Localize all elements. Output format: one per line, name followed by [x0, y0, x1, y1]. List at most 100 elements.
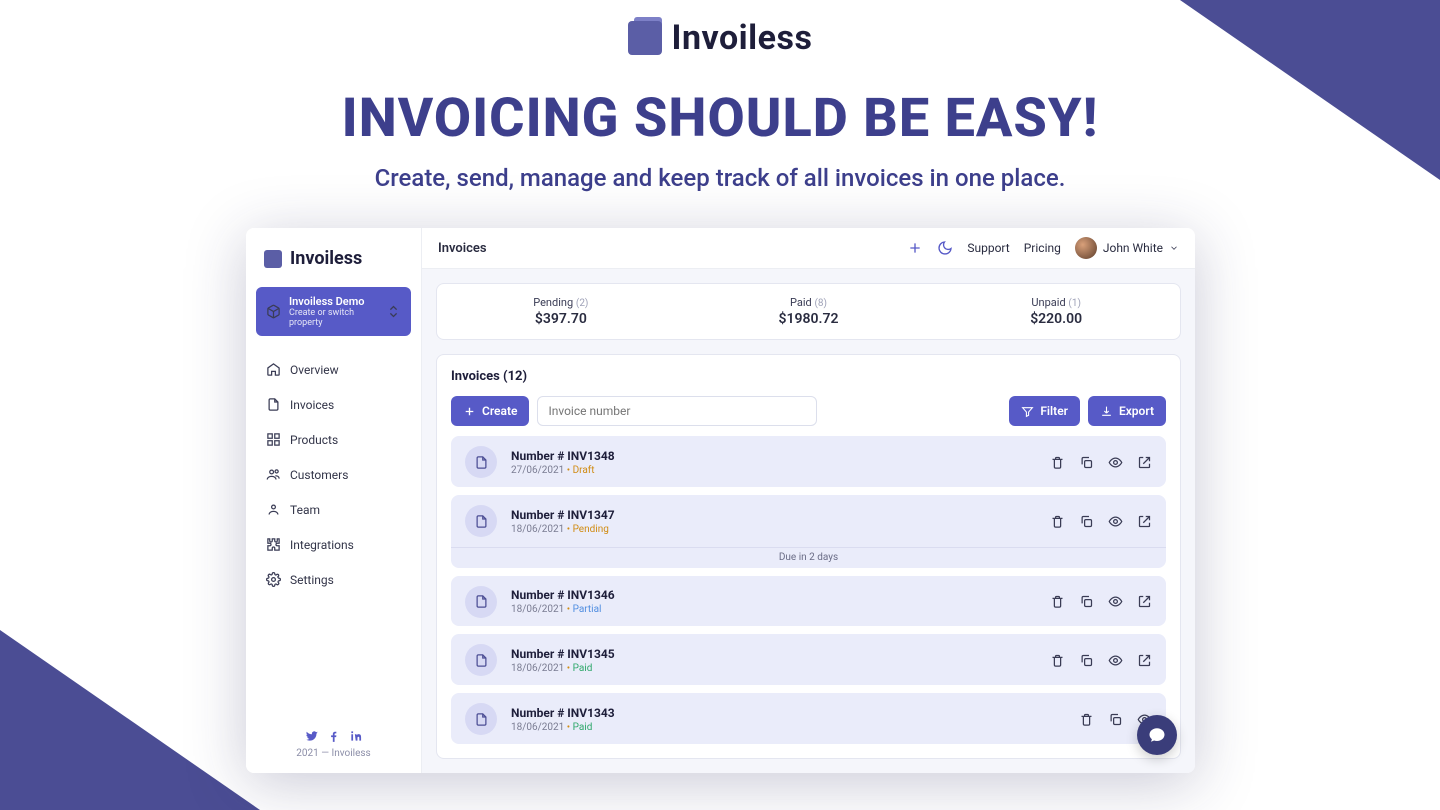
row-actions — [1050, 594, 1152, 609]
status-badge: Partial — [573, 604, 602, 615]
external-link-icon[interactable] — [1137, 514, 1152, 529]
stat-label: Paid — [790, 296, 812, 309]
chevron-up-down-icon — [386, 304, 401, 319]
invoice-row[interactable]: Number # INV1348 27/06/2021 • Draft — [451, 436, 1166, 487]
stat-label: Pending — [533, 296, 573, 309]
invoice-title: Number # INV1346 — [511, 588, 1036, 602]
nav-customers[interactable]: Customers — [256, 459, 411, 490]
stat-count: (8) — [814, 298, 827, 309]
eye-icon[interactable] — [1108, 653, 1123, 668]
sidebar-brand-text: Invoiless — [290, 248, 362, 269]
file-icon — [465, 505, 497, 537]
list-heading: Invoices (12) — [451, 369, 1166, 384]
trash-icon[interactable] — [1079, 712, 1094, 727]
copy-icon[interactable] — [1079, 455, 1094, 470]
row-actions — [1050, 514, 1152, 529]
row-actions — [1050, 455, 1152, 470]
invoice-row[interactable]: Number # INV1345 18/06/2021 • Paid — [451, 634, 1166, 685]
nav-integrations[interactable]: Integrations — [256, 529, 411, 560]
plus-icon[interactable] — [907, 240, 923, 256]
avatar — [1075, 237, 1097, 259]
invoice-title: Number # INV1348 — [511, 449, 1036, 463]
external-link-icon[interactable] — [1137, 594, 1152, 609]
nav-settings[interactable]: Settings — [256, 564, 411, 595]
external-link-icon[interactable] — [1137, 455, 1152, 470]
hero-title: INVOICING SHOULD BE EASY! — [0, 87, 1440, 150]
nav-overview[interactable]: Overview — [256, 354, 411, 385]
trash-icon[interactable] — [1050, 594, 1065, 609]
stat-value: $220.00 — [932, 311, 1180, 327]
nav-label: Settings — [290, 573, 334, 587]
chat-button[interactable] — [1137, 715, 1177, 755]
file-icon — [465, 644, 497, 676]
copyright: 2021 — Invoiless — [256, 748, 411, 759]
status-badge: Paid — [573, 663, 593, 674]
external-link-icon[interactable] — [1137, 653, 1152, 668]
user-name: John White — [1103, 241, 1163, 255]
create-label: Create — [482, 404, 517, 418]
invoice-list-card: Invoices (12) Create Filter Export — [436, 354, 1181, 759]
nav-label: Customers — [290, 468, 348, 482]
invoice-meta: 18/06/2021 • Pending — [511, 524, 1036, 535]
copy-icon[interactable] — [1079, 594, 1094, 609]
invoice-row[interactable]: Number # INV1346 18/06/2021 • Partial — [451, 576, 1166, 627]
support-link[interactable]: Support — [967, 241, 1009, 255]
file-icon — [266, 397, 281, 412]
stats-card: Pending (2) $397.70 Paid (8) $1980.72 Un… — [436, 283, 1181, 340]
export-label: Export — [1119, 404, 1154, 418]
nav-label: Integrations — [290, 538, 354, 552]
invoice-meta: 27/06/2021 • Draft — [511, 465, 1036, 476]
invoice-meta: 18/06/2021 • Paid — [511, 663, 1036, 674]
nav-team[interactable]: Team — [256, 494, 411, 525]
linkedin-icon[interactable] — [349, 728, 363, 742]
create-button[interactable]: Create — [451, 396, 529, 426]
filter-button[interactable]: Filter — [1009, 396, 1080, 426]
copy-icon[interactable] — [1079, 653, 1094, 668]
file-icon — [465, 446, 497, 478]
moon-icon[interactable] — [937, 240, 953, 256]
property-switcher[interactable]: Invoiless Demo Create or switch property — [256, 287, 411, 336]
user-menu[interactable]: John White — [1075, 237, 1179, 259]
stat-label: Unpaid — [1031, 296, 1065, 309]
eye-icon[interactable] — [1108, 455, 1123, 470]
hero-subtitle: Create, send, manage and keep track of a… — [0, 164, 1440, 192]
eye-icon[interactable] — [1108, 594, 1123, 609]
stat-value: $1980.72 — [685, 311, 933, 327]
cube-icon — [266, 304, 281, 319]
trash-icon[interactable] — [1050, 455, 1065, 470]
hero-section: Invoiless INVOICING SHOULD BE EASY! Crea… — [0, 18, 1440, 192]
content: Pending (2) $397.70 Paid (8) $1980.72 Un… — [422, 269, 1195, 773]
facebook-icon[interactable] — [327, 728, 341, 742]
twitter-icon[interactable] — [305, 728, 319, 742]
invoice-meta: 18/06/2021 • Partial — [511, 604, 1036, 615]
home-icon — [266, 362, 281, 377]
status-badge: Pending — [573, 524, 609, 535]
page-title: Invoices — [438, 241, 487, 256]
search-input[interactable] — [537, 396, 817, 426]
nav-label: Team — [290, 503, 320, 517]
logo-icon — [628, 21, 662, 55]
invoice-meta: 18/06/2021 • Paid — [511, 722, 1065, 733]
trash-icon[interactable] — [1050, 653, 1065, 668]
copy-icon[interactable] — [1108, 712, 1123, 727]
nav-invoices[interactable]: Invoices — [256, 389, 411, 420]
puzzle-icon — [266, 537, 281, 552]
decorative-triangle-bottom — [0, 630, 260, 810]
eye-icon[interactable] — [1108, 514, 1123, 529]
nav-products[interactable]: Products — [256, 424, 411, 455]
invoice-row[interactable]: Number # INV1347 18/06/2021 • Pending Du… — [451, 495, 1166, 567]
copy-icon[interactable] — [1079, 514, 1094, 529]
hero-logo: Invoiless — [628, 18, 813, 58]
file-icon — [465, 586, 497, 618]
status-badge: Paid — [573, 722, 593, 733]
stat-value: $397.70 — [437, 311, 685, 327]
filter-label: Filter — [1040, 404, 1068, 418]
export-button[interactable]: Export — [1088, 396, 1166, 426]
stat-pending: Pending (2) $397.70 — [437, 296, 685, 327]
pricing-link[interactable]: Pricing — [1024, 241, 1061, 255]
invoice-title: Number # INV1347 — [511, 508, 1036, 522]
status-badge: Draft — [573, 465, 595, 476]
invoice-row[interactable]: Number # INV1343 18/06/2021 • Paid — [451, 693, 1166, 744]
trash-icon[interactable] — [1050, 514, 1065, 529]
hero-brand-text: Invoiless — [672, 18, 813, 58]
